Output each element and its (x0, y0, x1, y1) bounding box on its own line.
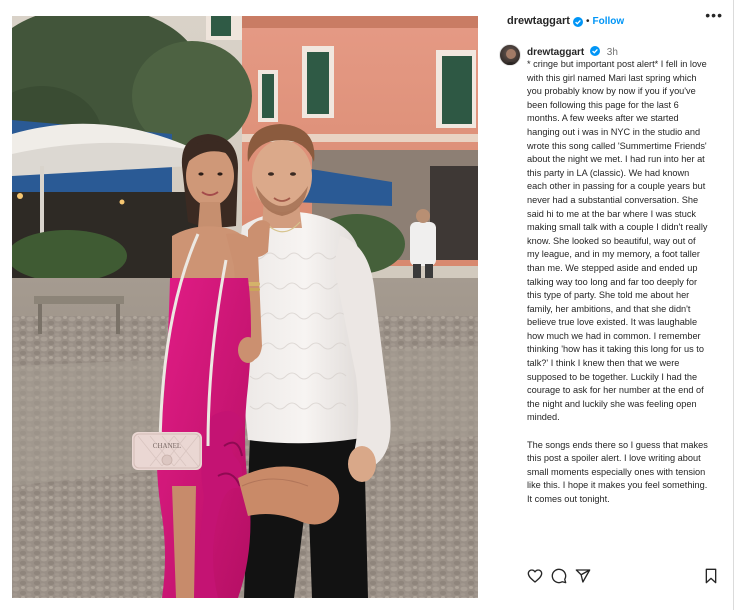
heart-icon[interactable] (527, 568, 543, 589)
window-edge (733, 0, 734, 610)
post-dialog: CHANEL drewtaggart • Follow ••• drewtagg… (0, 0, 736, 610)
post-photo[interactable]: CHANEL (12, 16, 478, 598)
action-bar (527, 568, 719, 586)
more-options-icon[interactable]: ••• (705, 8, 723, 22)
verified-badge-icon (572, 17, 583, 27)
bookmark-icon[interactable] (703, 568, 719, 589)
post-side-panel: drewtaggart • Follow ••• drewtaggart 3h … (489, 0, 733, 610)
caption-header: drewtaggart 3h (527, 45, 727, 59)
bag-logo-text: CHANEL (153, 442, 181, 450)
post-caption: * cringe but important post alert* I fel… (527, 59, 708, 504)
share-icon[interactable] (575, 568, 591, 589)
verified-badge-icon (590, 46, 601, 56)
post-header: drewtaggart • Follow (489, 8, 725, 34)
comment-icon[interactable] (551, 568, 567, 589)
follow-button[interactable]: Follow (592, 16, 624, 27)
avatar[interactable] (499, 44, 521, 66)
header-dot-separator: • (585, 15, 590, 27)
caption-username[interactable]: drewtaggart (527, 47, 584, 58)
post-timestamp[interactable]: 3h (607, 47, 618, 58)
header-username[interactable]: drewtaggart (507, 15, 570, 27)
